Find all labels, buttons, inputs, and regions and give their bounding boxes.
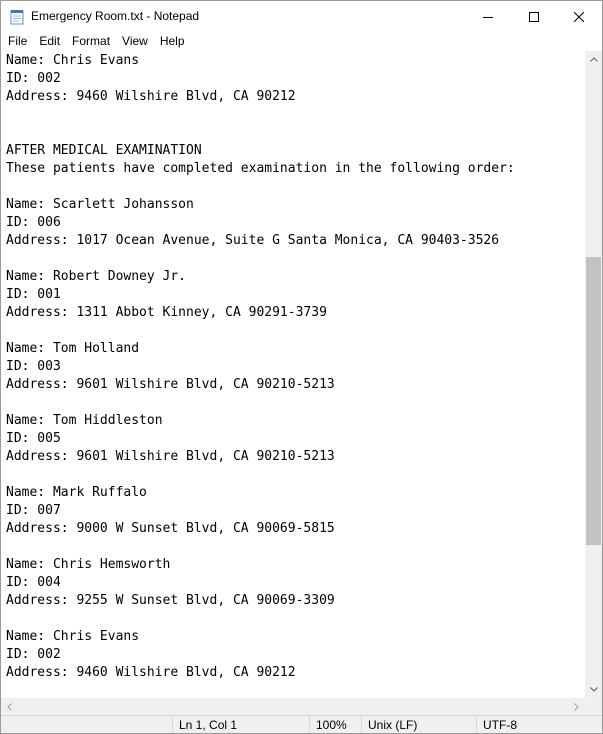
title-bar[interactable]: Emergency Room.txt - Notepad: [1, 1, 602, 32]
text-line[interactable]: Address: 9460 Wilshire Blvd, CA 90212: [6, 88, 515, 106]
text-line[interactable]: Address: 1017 Ocean Avenue, Suite G Sant…: [6, 232, 515, 250]
notepad-icon: [10, 9, 25, 25]
menu-file[interactable]: File: [1, 32, 33, 51]
text-line[interactable]: Address: 9460 Wilshire Blvd, CA 90212: [6, 664, 515, 682]
text-line[interactable]: Address: 9000 W Sunset Blvd, CA 90069-58…: [6, 520, 515, 538]
minimize-icon: [483, 16, 493, 18]
menu-format[interactable]: Format: [66, 32, 116, 51]
text-editor[interactable]: Name: Chris Evans ID: 002 Address: 9460 Wi…: [1, 51, 585, 698]
text-line[interactable]: Address: 9255 W Sunset Blvd, CA 90069-33…: [6, 592, 515, 610]
text-line[interactable]: ID: 004: [6, 574, 515, 592]
text-line[interactable]: Name: Chris Hemsworth: [6, 556, 515, 574]
text-line[interactable]: [6, 106, 515, 124]
scrollbar-corner: [585, 698, 602, 715]
text-line[interactable]: Name: Tom Holland: [6, 340, 515, 358]
chevron-left-icon: [7, 702, 12, 711]
window-title: Emergency Room.txt - Notepad: [31, 9, 200, 23]
text-line[interactable]: Name: Scarlett Johansson: [6, 196, 515, 214]
scroll-left-button[interactable]: [1, 698, 18, 715]
status-bar: Ln 1, Col 1 100% Unix (LF) UTF-8: [1, 715, 602, 733]
zoom-level: 100%: [309, 716, 361, 733]
text-line[interactable]: [6, 178, 515, 196]
minimize-button[interactable]: [465, 1, 511, 32]
text-line[interactable]: Name: Chris Evans: [6, 628, 515, 646]
close-icon: [574, 11, 584, 22]
text-line[interactable]: ID: 001: [6, 286, 515, 304]
vertical-scroll-thumb[interactable]: [586, 257, 601, 545]
encoding: UTF-8: [476, 716, 602, 733]
text-line[interactable]: [6, 538, 515, 556]
menu-edit[interactable]: Edit: [33, 32, 66, 51]
text-line[interactable]: Name: Mark Ruffalo: [6, 484, 515, 502]
chevron-up-icon: [589, 57, 598, 62]
notepad-window: Emergency Room.txt - Notepad File Edit F…: [0, 0, 603, 734]
chevron-down-icon: [589, 687, 598, 692]
cursor-position: Ln 1, Col 1: [172, 716, 309, 733]
chevron-right-icon: [574, 702, 579, 711]
vertical-scrollbar[interactable]: [585, 51, 602, 698]
text-line[interactable]: AFTER MEDICAL EXAMINATION: [6, 142, 515, 160]
editor-content[interactable]: Name: Chris Evans ID: 002 Address: 9460 Wi…: [6, 52, 515, 682]
menu-help[interactable]: Help: [154, 32, 191, 51]
line-ending: Unix (LF): [361, 716, 476, 733]
maximize-icon: [529, 11, 539, 22]
text-line[interactable]: Name: Tom Hiddleston: [6, 412, 515, 430]
maximize-button[interactable]: [511, 1, 557, 32]
scroll-right-button[interactable]: [568, 698, 585, 715]
text-line[interactable]: [6, 250, 515, 268]
menu-bar: File Edit Format View Help: [1, 32, 602, 51]
text-line[interactable]: [6, 124, 515, 142]
close-button[interactable]: [556, 1, 602, 32]
text-line[interactable]: [6, 394, 515, 412]
text-line[interactable]: These patients have completed examinatio…: [6, 160, 515, 178]
text-line[interactable]: Address: 9601 Wilshire Blvd, CA 90210-52…: [6, 448, 515, 466]
scroll-down-button[interactable]: [585, 681, 602, 698]
text-line[interactable]: [6, 322, 515, 340]
text-line[interactable]: ID: 006: [6, 214, 515, 232]
text-line[interactable]: [6, 466, 515, 484]
text-line[interactable]: ID: 003: [6, 358, 515, 376]
text-line[interactable]: ID: 002: [6, 70, 515, 88]
text-line[interactable]: [6, 610, 515, 628]
text-line[interactable]: Address: 1311 Abbot Kinney, CA 90291-373…: [6, 304, 515, 322]
menu-view[interactable]: View: [116, 32, 154, 51]
text-line[interactable]: ID: 005: [6, 430, 515, 448]
text-line[interactable]: ID: 002: [6, 646, 515, 664]
text-line[interactable]: ID: 007: [6, 502, 515, 520]
text-line[interactable]: Name: Chris Evans: [6, 52, 515, 70]
text-line[interactable]: Name: Robert Downey Jr.: [6, 268, 515, 286]
scroll-up-button[interactable]: [585, 51, 602, 68]
text-line[interactable]: Address: 9601 Wilshire Blvd, CA 90210-52…: [6, 376, 515, 394]
horizontal-scrollbar[interactable]: [1, 698, 585, 715]
